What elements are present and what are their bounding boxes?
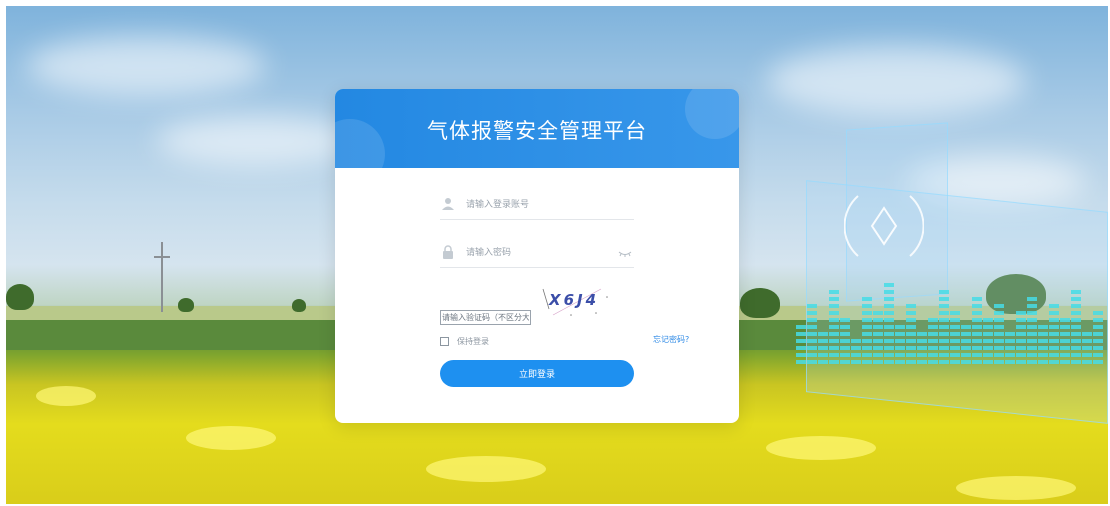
equalizer-bar [1060, 318, 1070, 364]
tree [740, 288, 780, 318]
remember-checkbox[interactable] [440, 336, 449, 346]
tree [292, 299, 306, 312]
equalizer-bar [1005, 332, 1015, 364]
power-pylon-arm [154, 256, 170, 258]
flower-patch [956, 476, 1076, 500]
remember-login[interactable]: 保持登录 [440, 335, 489, 347]
tree [6, 284, 34, 310]
lock-icon [443, 245, 453, 259]
equalizer-bar [1071, 290, 1081, 364]
equalizer-bar [1049, 304, 1059, 364]
equalizer-bar [1082, 332, 1092, 364]
equalizer-bar [1038, 325, 1048, 364]
equalizer-bar [972, 297, 982, 364]
login-button[interactable]: 立即登录 [440, 360, 634, 387]
hologram-ring-icon [844, 195, 924, 257]
equalizer-bar [895, 325, 905, 364]
equalizer-bar [939, 290, 949, 364]
equalizer-bar [862, 297, 872, 364]
equalizer-bar [840, 318, 850, 364]
page-title: 气体报警安全管理平台 [427, 119, 647, 143]
flower-patch [426, 456, 546, 482]
equalizer-bar [884, 283, 894, 364]
login-card: 气体报警安全管理平台 X6J4 保持登录 忘记密码? [335, 89, 739, 423]
user-icon [442, 198, 454, 210]
equalizer-bar [961, 325, 971, 364]
captcha-input[interactable] [440, 310, 531, 325]
equalizer-bar [994, 304, 1004, 364]
password-field[interactable] [440, 237, 634, 268]
cloud [156, 116, 356, 166]
equalizer-bar [906, 304, 916, 364]
equalizer-bar [917, 332, 927, 364]
flower-patch [186, 426, 276, 450]
equalizer-bar [796, 325, 806, 364]
forgot-password-link[interactable]: 忘记密码? [653, 334, 689, 345]
password-input[interactable] [464, 243, 618, 263]
equalizer-bar [818, 332, 828, 364]
cloud [26, 36, 266, 96]
equalizer-bar [1027, 297, 1037, 364]
equalizer-bar [950, 311, 960, 364]
username-input[interactable] [464, 195, 618, 215]
captcha-image[interactable]: X6J4 [541, 285, 613, 325]
equalizer-bar [829, 290, 839, 364]
remember-label: 保持登录 [457, 336, 489, 346]
flower-patch [766, 436, 876, 460]
cloud [766, 46, 1026, 116]
captcha-text: X6J4 [548, 291, 599, 309]
equalizer-bar [1093, 311, 1103, 364]
tree [178, 298, 194, 312]
equalizer-bar [807, 304, 817, 364]
card-header: 气体报警安全管理平台 [335, 89, 739, 168]
eye-closed-icon[interactable] [618, 251, 632, 257]
equalizer-bar [1016, 311, 1026, 364]
username-field[interactable] [440, 189, 634, 220]
equalizer-bar [928, 318, 938, 364]
flower-patch [36, 386, 96, 406]
equalizer-bar [983, 318, 993, 364]
equalizer-bar [851, 339, 861, 364]
power-pylon [161, 242, 163, 312]
equalizer-bar [873, 311, 883, 364]
